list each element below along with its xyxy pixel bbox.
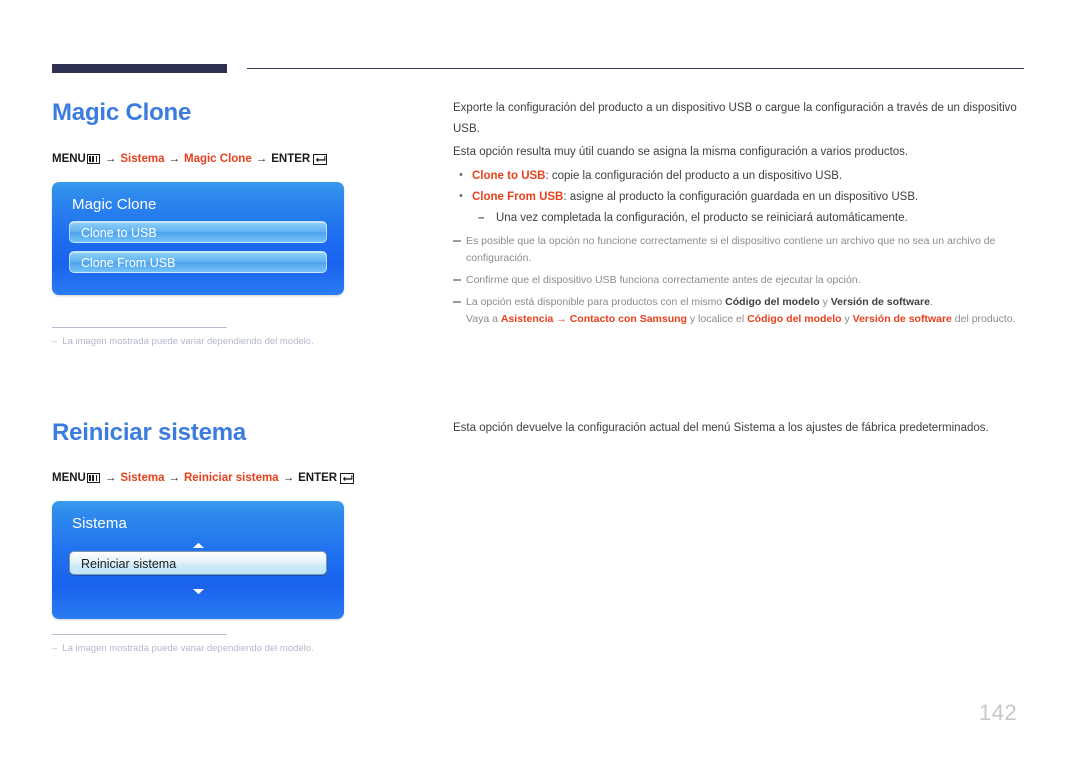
osd-item-list-magic-clone: Clone to USB Clone From USB	[52, 221, 344, 295]
osd-item-list-sistema: Reiniciar sistema	[52, 551, 344, 575]
bullet-keyword-clone-to-usb: Clone to USB	[472, 170, 546, 182]
menu-path-2-enter-label: ENTER	[298, 472, 338, 484]
section-reiniciar-sistema: Reiniciar sistema MENU → Sistema → Reini…	[0, 0, 1080, 654]
note-3-l2-mid2: y	[841, 313, 853, 325]
footnote-text-1: – La imagen mostrada puede variar dependi…	[52, 336, 314, 347]
osd-item-clone-to-usb[interactable]: Clone to USB	[69, 221, 327, 243]
note-1-line2: configuración.	[466, 252, 532, 264]
note-3-line2: Vaya a Asistencia → Contacto con Samsung…	[466, 311, 1025, 328]
enter-return-icon	[340, 472, 355, 484]
note-3-l2-mid: y localice el	[686, 313, 748, 325]
bullet-text-clone-from-usb: : asigne al producto la configuración gu…	[563, 191, 919, 203]
osd-item-clone-from-usb[interactable]: Clone From USB	[69, 251, 327, 273]
note-3-l2-keyword-codigo-modelo: Código del modelo	[747, 313, 842, 325]
note-3-suffix: .	[929, 296, 933, 308]
footnote-magic-clone: – La imagen mostrada puede variar dependi…	[52, 327, 314, 347]
footnote-text-2: – La imagen mostrada puede variar dependi…	[52, 643, 314, 654]
menu-path-2-step-sistema: Sistema	[120, 472, 165, 484]
menu-path-step-sistema: Sistema	[120, 153, 165, 165]
menu-path-2-arrow-2: →	[168, 472, 180, 484]
menu-path-2-arrow-1: →	[104, 472, 117, 484]
menu-path-2-menu-label: MENU	[52, 472, 86, 484]
note-3-keyword-version-software: Versión de software	[830, 296, 930, 308]
footnote-dash-1: –	[52, 336, 58, 347]
note-1: Es posible que la opción no funcione cor…	[453, 233, 1025, 267]
osd-title-sistema: Sistema	[72, 515, 127, 532]
osd-title-magic-clone: Magic Clone	[72, 196, 157, 213]
menu-path-arrow-3: →	[255, 153, 268, 165]
menu-bars-icon	[86, 154, 100, 164]
scroll-up-arrow-icon[interactable]	[52, 540, 344, 551]
bullet-clone-from-usb: Clone From USB: asigne al producto la co…	[453, 186, 1025, 228]
note-1-line1: Es posible que la opción no funcione cor…	[466, 235, 996, 247]
footnote-label-2: La imagen mostrada puede variar dependie…	[62, 643, 314, 654]
note-2-line1: Confirme que el dispositivo USB funciona…	[466, 274, 861, 286]
menu-path-reiniciar-sistema: MENU → Sistema → Reiniciar sistema → ENT…	[52, 472, 355, 484]
reiniciar-heading-wrap: Reiniciar sistema	[52, 419, 246, 447]
menu-path-menu-label: MENU	[52, 153, 86, 165]
menu-path-magic-clone: MENU → Sistema → Magic Clone → ENTER	[52, 153, 328, 165]
note-3-prefix: La opción está disponible para productos…	[466, 296, 726, 308]
menu-path-2-arrow-3: →	[282, 472, 295, 484]
sub-dash-note: Una vez completada la configuración, el …	[472, 208, 1025, 228]
footnote-reiniciar-sistema: – La imagen mostrada puede variar dependi…	[52, 634, 314, 654]
note-3-l2-prefix: Vaya a	[466, 313, 501, 325]
footnote-rule-2	[52, 634, 227, 635]
page-number: 142	[979, 700, 1018, 725]
note-2: Confirme que el dispositivo USB funciona…	[453, 272, 1025, 289]
menu-path-enter-label: ENTER	[271, 153, 311, 165]
bullet-clone-to-usb: Clone to USB: copie la configuración del…	[453, 165, 1025, 186]
menu-bars-icon	[86, 473, 100, 483]
scroll-down-arrow-icon[interactable]	[52, 586, 344, 597]
paragraph-2: Esta opción resulta muy útil cuando se a…	[453, 146, 909, 158]
note-3-keyword-asistencia: Asistencia	[500, 313, 554, 325]
menu-path-arrow-1: →	[104, 153, 117, 165]
note-3-keyword-codigo-modelo: Código del modelo	[725, 296, 820, 308]
bullet-text-clone-to-usb: : copie la configuración del producto a …	[545, 170, 843, 182]
menu-path-step-magic-clone: Magic Clone	[183, 153, 252, 165]
footnote-dash-2: –	[52, 643, 58, 654]
body-reiniciar-sistema: Esta opción devuelve la configuración ac…	[453, 418, 1025, 441]
osd-item-reiniciar-sistema[interactable]: Reiniciar sistema	[69, 551, 327, 575]
menu-path-arrow-2: →	[168, 153, 180, 165]
enter-return-icon	[313, 153, 328, 165]
bullet-keyword-clone-from-usb: Clone From USB	[472, 191, 564, 203]
bullet-list: Clone to USB: copie la configuración del…	[453, 165, 1025, 228]
note-3-l2-suffix: del producto.	[951, 313, 1016, 325]
menu-path-2-step-reiniciar-sistema: Reiniciar sistema	[183, 472, 279, 484]
paragraph-reiniciar-1: Esta opción devuelve la configuración ac…	[453, 422, 989, 434]
page-title-reiniciar-sistema: Reiniciar sistema	[52, 419, 247, 446]
footnote-label-1: La imagen mostrada puede variar dependie…	[62, 336, 314, 347]
footnote-rule-1	[52, 327, 227, 328]
body-magic-clone: Exporte la configuración del producto a …	[453, 98, 1025, 328]
note-3: La opción está disponible para productos…	[453, 294, 1025, 328]
osd-panel-sistema: Sistema Reiniciar sistema	[52, 501, 344, 619]
note-3-mid: y	[819, 296, 831, 308]
note-3-l2-arrow: →	[553, 313, 570, 325]
osd-panel-magic-clone: Magic Clone Clone to USB Clone From USB	[52, 182, 344, 295]
note-3-keyword-contacto-samsung: Contacto con Samsung	[569, 313, 687, 325]
note-3-l2-keyword-version-software: Versión de software	[852, 313, 952, 325]
